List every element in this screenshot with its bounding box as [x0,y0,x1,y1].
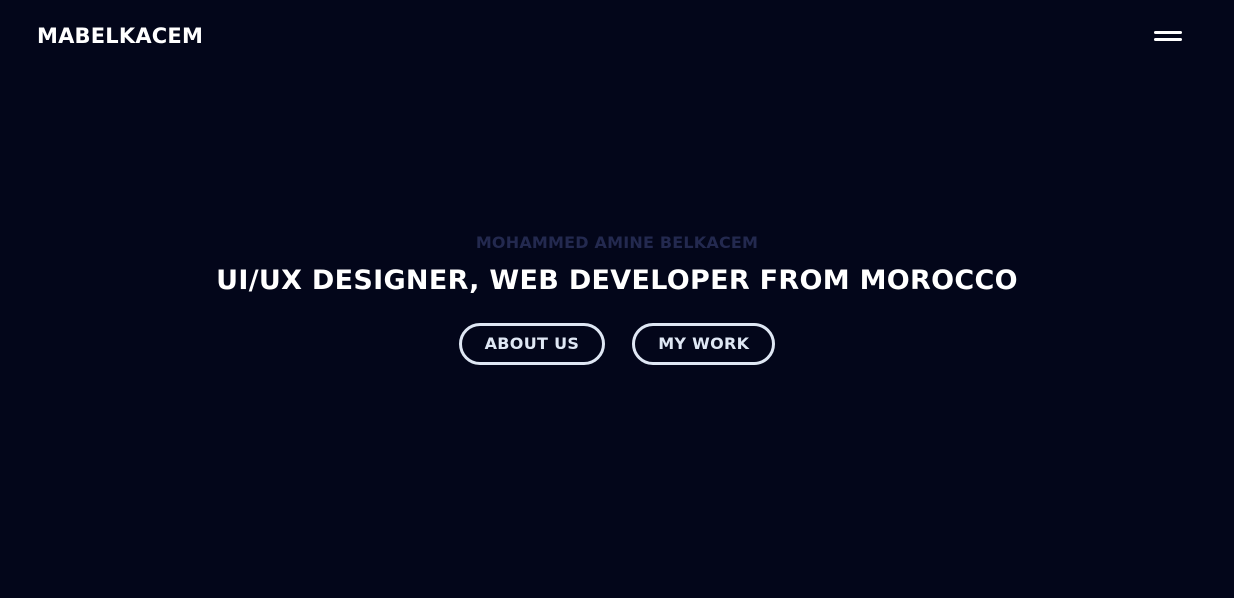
hero-actions: ABOUT US MY WORK [0,323,1234,365]
site-logo[interactable]: MABELKACEM [37,22,203,50]
hero-copy: MOHAMMED AMINE BELKACEM UI/UX DESIGNER, … [0,232,1234,298]
site-header: MABELKACEM [0,0,1234,74]
hero-kicker: MOHAMMED AMINE BELKACEM [475,233,759,252]
menu-button[interactable] [1150,26,1186,48]
about-us-button[interactable]: ABOUT US [458,323,606,365]
hamburger-menu-icon [1154,31,1182,34]
my-work-button[interactable]: MY WORK [632,323,776,365]
hamburger-menu-icon [1154,38,1182,41]
hero-title: UI/UX DESIGNER, WEB DEVELOPER FROM MOROC… [216,265,1018,296]
